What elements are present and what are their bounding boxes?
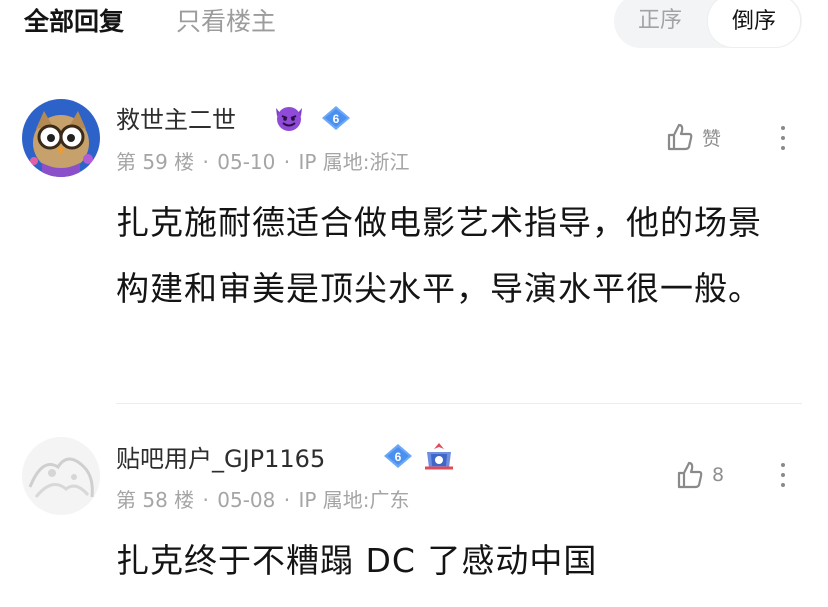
avatar[interactable] xyxy=(22,437,100,515)
comment-date: 05-08 xyxy=(217,488,276,512)
like-button[interactable]: 赞 xyxy=(666,122,721,152)
floor-number: 第 59 楼 xyxy=(116,150,195,174)
avatar[interactable] xyxy=(22,99,100,177)
username[interactable]: 救世主二世 xyxy=(116,100,236,135)
like-count: 8 xyxy=(712,464,725,486)
owl-avatar-icon xyxy=(22,99,100,177)
more-vertical-icon[interactable] xyxy=(778,123,788,153)
ip-location: IP 属地:广东 xyxy=(298,488,410,512)
thumbs-up-icon xyxy=(667,123,693,151)
smiling-devil-icon xyxy=(276,107,302,131)
ip-location: IP 属地:浙江 xyxy=(298,150,410,174)
floor-number: 第 58 楼 xyxy=(116,488,195,512)
default-avatar-icon xyxy=(22,437,100,515)
comment-item: 救世主二世 6 第 59 楼 · 05-10 · IP 属地:浙江 赞 扎克施耐… xyxy=(0,0,828,400)
like-label: 赞 xyxy=(702,127,722,150)
thumbs-up-icon xyxy=(677,461,703,489)
comment-text: 扎克施耐德适合做电影艺术指导，他的场景构建和审美是顶尖水平，导演水平很一般。 xyxy=(116,203,762,308)
username[interactable]: 贴吧用户_GJP1165 xyxy=(116,439,325,474)
level-number: 6 xyxy=(395,450,402,464)
comment-item: 贴吧用户_GJP1165 6 第 58 楼 · 05-08 · IP 属地:广东… xyxy=(0,404,828,607)
level-badge-icon: 6 xyxy=(380,442,416,470)
like-button[interactable]: 8 xyxy=(676,460,724,490)
comment-meta: 第 58 楼 · 05-08 · IP 属地:广东 xyxy=(116,488,410,512)
rank-crown-badge-icon xyxy=(425,443,453,470)
comment-date: 05-10 xyxy=(217,150,276,174)
level-number: 6 xyxy=(333,112,340,126)
comment-text: 扎克终于不糟蹋 DC 了感动中国 xyxy=(116,541,598,580)
comment-meta: 第 59 楼 · 05-10 · IP 属地:浙江 xyxy=(116,150,410,174)
level-badge-icon: 6 xyxy=(318,104,354,132)
more-vertical-icon[interactable] xyxy=(778,460,788,490)
